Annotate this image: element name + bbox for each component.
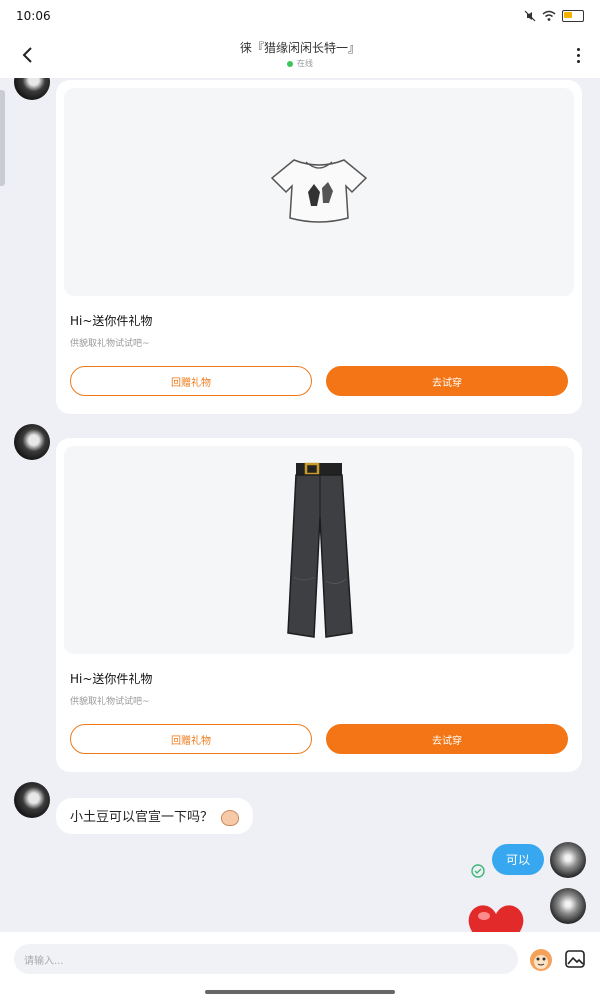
- more-button[interactable]: [570, 41, 586, 69]
- chat-messages[interactable]: Hi~送你件礼物 供貌取礼物试试吧~ 回赠礼物 去试穿 Hi~送你件礼物 供貌取…: [0, 78, 600, 932]
- chat-header: 徕『猎缘闲闲长特一』 在线: [0, 32, 600, 78]
- message-input[interactable]: 请输入...: [14, 944, 518, 974]
- online-status: 在线: [140, 58, 460, 69]
- my-avatar[interactable]: [550, 842, 586, 878]
- online-dot-icon: [287, 60, 293, 67]
- home-indicator[interactable]: [205, 990, 395, 994]
- crop-top-shirt-image: [270, 159, 368, 223]
- gift-title: Hi~送你件礼物: [70, 672, 153, 686]
- gift-image[interactable]: [64, 446, 574, 654]
- shy-emoji-icon: [221, 809, 240, 826]
- message-bubble[interactable]: 小土豆可以官宣一下吗？: [56, 798, 254, 834]
- try-on-button[interactable]: 去试穿: [326, 366, 568, 396]
- gift-subtitle: 供貌取礼物试试吧~: [70, 697, 150, 707]
- contact-avatar[interactable]: [14, 782, 50, 818]
- my-avatar[interactable]: [550, 888, 586, 924]
- return-gift-button[interactable]: 回赠礼物: [70, 366, 312, 396]
- battery-icon: [562, 10, 584, 22]
- wifi-icon: [542, 10, 556, 21]
- online-label: 在线: [297, 59, 313, 68]
- contact-avatar[interactable]: [14, 78, 50, 100]
- back-button[interactable]: [14, 41, 42, 69]
- chat-title: 徕『猎缘闲闲长特一』: [239, 41, 360, 55]
- try-on-button[interactable]: 去试穿: [326, 724, 568, 754]
- heart-sticker[interactable]: [464, 900, 528, 932]
- gift-title: Hi~送你件礼物: [70, 314, 153, 328]
- status-icons: [524, 10, 584, 22]
- gift-image[interactable]: [64, 88, 574, 296]
- gift-card: Hi~送你件礼物 供貌取礼物试试吧~ 回赠礼物 去试穿: [56, 80, 582, 414]
- status-time: 10:06: [16, 9, 51, 23]
- mute-icon: [524, 10, 536, 22]
- check-circle-icon: [471, 864, 485, 878]
- my-message-bubble[interactable]: 可以: [492, 844, 545, 875]
- back-arrow-icon: [22, 47, 32, 63]
- contact-avatar[interactable]: [14, 424, 50, 460]
- image-icon[interactable]: [564, 948, 586, 970]
- status-bar: 10:06: [0, 0, 600, 32]
- gift-card: Hi~送你件礼物 供貌取礼物试试吧~ 回赠礼物 去试穿: [56, 438, 582, 772]
- black-trousers-image: [287, 462, 353, 638]
- more-vertical-icon: [576, 47, 580, 51]
- message-text: 小土豆可以官宣一下吗？: [70, 810, 214, 825]
- return-gift-button[interactable]: 回赠礼物: [70, 724, 312, 754]
- header-center: 徕『猎缘闲闲长特一』 在线: [140, 39, 460, 69]
- emoji-icon[interactable]: [528, 946, 554, 972]
- gift-subtitle: 供貌取礼物试试吧~: [70, 339, 150, 349]
